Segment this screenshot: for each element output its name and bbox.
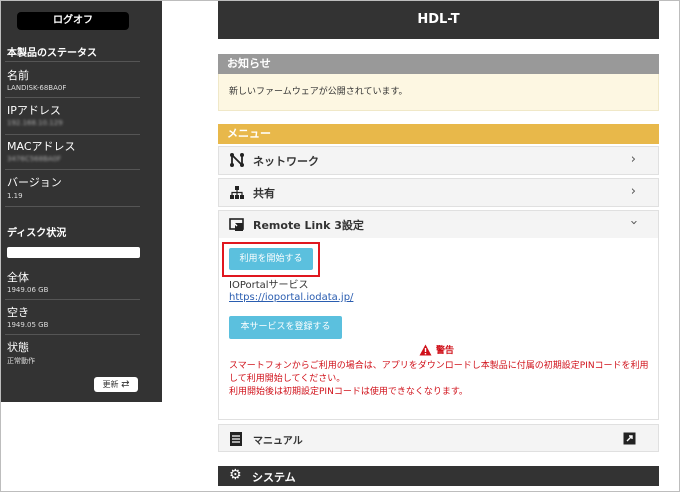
warning-line: スマートフォンからご利用の場合は、アプリをダウンロードし本製品に付属の初期設定P… [229,361,649,371]
free-value: 1949.05 GB [7,321,49,329]
register-service-button[interactable]: 本サービスを登録する [229,316,342,339]
chevron-down-icon: › [625,219,641,226]
name-value: LANDISK-68BA0F [7,84,67,92]
ip-label: IPアドレス [7,104,61,117]
external-link-icon[interactable] [623,432,636,445]
state-value: 正常動作 [7,357,35,365]
refresh-button[interactable]: 更新 ⇄ [94,377,138,392]
menu-item-label: ネットワーク [253,155,319,168]
menu-heading: メニュー [218,124,659,144]
version-label: バージョン [7,176,62,189]
mac-value: 3476C568BA0F [7,155,62,163]
menu-item-system[interactable]: ⚙ システム [218,466,659,486]
divider [5,61,140,62]
document-icon [230,432,242,446]
ip-value: 192.168.10.129 [7,119,63,127]
menu-item-label: 共有 [253,187,275,200]
menu-item-remote-link[interactable]: Remote Link 3設定 › [218,210,659,239]
disk-usage-bar [7,247,140,258]
logoff-button[interactable]: ログオフ [17,12,129,30]
ioportal-title: IOPortalサービス [229,280,309,291]
warning-title-text: 警告 [436,346,455,356]
total-label: 全体 [7,271,29,284]
system-label: システム [252,471,296,484]
warning-line: して利用開始してください。 [229,374,346,384]
warning-title: 警告 [419,343,454,356]
warning-icon [419,344,432,355]
network-icon [230,153,244,167]
warning-line: 利用開始後は初期設定PINコードは使用できなくなります。 [229,387,468,397]
chevron-right-icon: › [630,184,636,199]
version-value: 1.19 [7,192,23,200]
menu-item-network[interactable]: ネットワーク › [218,146,659,175]
name-label: 名前 [7,69,29,82]
menu-item-label: Remote Link 3設定 [253,219,364,232]
status-heading: 本製品のステータス [7,48,97,59]
divider [5,206,140,207]
divider [5,299,140,300]
divider [5,169,140,170]
divider [5,334,140,335]
sidebar: ログオフ 本製品のステータス 名前 LANDISK-68BA0F IPアドレス … [1,1,162,402]
page-title: HDL-T [218,1,659,39]
notice-message: 新しいファームウェアが公開されています。 [218,74,659,111]
warning-message: スマートフォンからご利用の場合は、アプリをダウンロードし本製品に付属の初期設定P… [229,360,649,399]
manual-row[interactable]: マニュアル [218,424,659,452]
refresh-icon: ⇄ [121,379,130,390]
disk-heading: ディスク状況 [7,228,67,239]
free-label: 空き [7,306,29,319]
share-icon [230,186,244,199]
remote-link-icon [229,218,244,231]
ioportal-link[interactable]: https://ioportal.iodata.jp/ [229,292,353,303]
notice-heading: お知らせ [218,54,659,74]
mac-label: MACアドレス [7,140,76,153]
refresh-label: 更新 [102,380,119,389]
divider [5,97,140,98]
menu-item-share[interactable]: 共有 › [218,178,659,207]
chevron-right-icon: › [630,152,636,167]
total-value: 1949.06 GB [7,286,49,294]
state-label: 状態 [7,341,29,354]
divider [5,134,140,135]
gear-icon: ⚙ [229,467,242,483]
manual-label: マニュアル [253,436,303,447]
highlight-box [222,242,320,277]
